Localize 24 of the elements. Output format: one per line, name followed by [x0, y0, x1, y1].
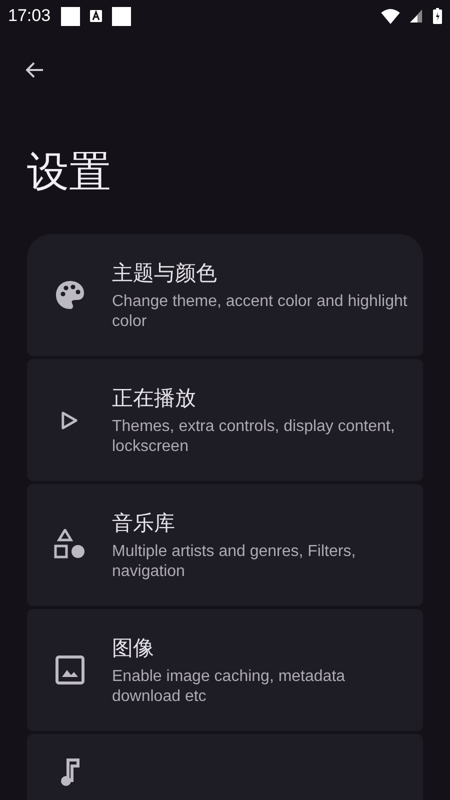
- wifi-icon: [381, 8, 400, 24]
- settings-item[interactable]: 正在播放 Themes, extra controls, display content, lockscreen: [27, 359, 423, 481]
- item-description: Themes, extra controls, display content, lockscreen: [112, 417, 396, 457]
- image-icon: [54, 655, 84, 685]
- page-title: 设置: [27, 146, 112, 198]
- item-title: 图像: [112, 635, 155, 662]
- item-title: 音乐库: [112, 510, 176, 537]
- settings-item[interactable]: 音乐库 Multiple artists and genres, Filters, navigation: [27, 484, 423, 606]
- play-icon: [61, 410, 78, 430]
- item-description: Multiple artists and genres, Filters, navigation: [112, 542, 357, 582]
- notification-icon: [60, 6, 80, 26]
- notification-icon: [90, 10, 102, 22]
- item-description: Enable image caching, metadata download etc: [112, 667, 346, 707]
- notification-icon: [112, 6, 131, 26]
- item-title: 主题与颜色: [112, 260, 218, 287]
- shapes-icon: [54, 529, 86, 561]
- settings-item[interactable]: 主题与颜色 Change theme, accent color and highlight color: [27, 234, 423, 356]
- settings-item[interactable]: 图像 Enable image caching, metadata download etc: [27, 609, 423, 731]
- item-title: 正在播放: [112, 385, 197, 412]
- item-description: Change theme, accent color and highlight color: [112, 292, 408, 332]
- signal-icon: [410, 9, 423, 23]
- battery-icon: [433, 8, 442, 24]
- status-time: 17:03: [8, 6, 51, 26]
- palette-icon: [54, 279, 86, 311]
